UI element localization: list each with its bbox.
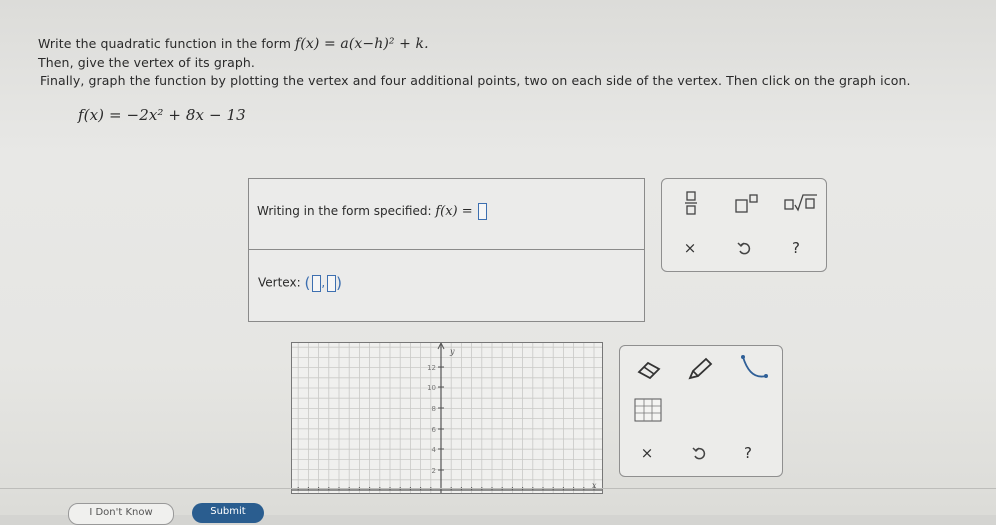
y-tick-label: 2 — [432, 467, 436, 475]
vertex-row: Vertex: (,) — [258, 274, 342, 292]
instruction-line-2: Then, give the vertex of its graph. — [38, 55, 255, 70]
vertex-close-paren: ) — [336, 274, 342, 292]
instruction-formula: f(x) = a(x−h)² + k. — [295, 36, 429, 52]
graph-help-icon[interactable]: ? — [740, 444, 756, 462]
page: Write the quadratic function in the form… — [0, 0, 996, 525]
sqrt-icon[interactable] — [784, 193, 818, 213]
footer-divider — [0, 488, 996, 489]
vertex-comma: , — [321, 275, 326, 290]
answer-divider — [249, 249, 644, 250]
eraser-icon[interactable] — [636, 360, 662, 380]
graph-table-icon[interactable] — [634, 398, 662, 422]
vertex-h-input[interactable] — [312, 274, 322, 292]
clear-icon[interactable]: × — [682, 239, 698, 257]
graph-area[interactable]: y x 12 10 8 6 4 2 — [291, 342, 603, 494]
y-tick-label: 8 — [432, 405, 436, 413]
pencil-icon[interactable] — [686, 357, 714, 381]
y-tick-label: 6 — [432, 426, 437, 434]
undo-icon[interactable] — [737, 241, 751, 257]
dont-know-button[interactable]: I Don't Know — [68, 503, 174, 525]
help-icon[interactable]: ? — [788, 239, 804, 257]
form-field-expr: f(x) = — [435, 204, 473, 219]
math-toolbar: × ? — [661, 178, 827, 272]
y-tick-label: 4 — [432, 446, 437, 454]
submit-button[interactable]: Submit — [192, 503, 264, 523]
graph-clear-icon[interactable]: × — [639, 444, 655, 462]
instruction-line-1-text: Write the quadratic function in the form — [38, 36, 291, 51]
vertex-label: Vertex: — [258, 275, 301, 290]
graph-grid: yx12108642 — [292, 343, 602, 493]
y-tick-label: 10 — [427, 384, 436, 392]
instruction-line-3: Finally, graph the function by plotting … — [40, 73, 911, 88]
y-tick-label: 12 — [427, 364, 436, 372]
form-field-label: Writing in the form specified: — [257, 204, 432, 218]
vertex-open-paren: ( — [304, 274, 311, 292]
superscript-icon[interactable] — [734, 193, 760, 215]
given-function: f(x) = −2x² + 8x − 13 — [78, 106, 246, 124]
vertex-k-input[interactable] — [327, 274, 337, 292]
fraction-icon[interactable] — [684, 191, 698, 215]
answer-box — [248, 178, 645, 322]
parabola-icon[interactable] — [740, 354, 770, 384]
graph-toolbar: × ? — [619, 345, 783, 477]
y-axis-label: y — [449, 347, 455, 356]
instruction-line-1: Write the quadratic function in the form… — [38, 36, 429, 52]
graph-undo-icon[interactable] — [692, 446, 706, 462]
form-field-row: Writing in the form specified: f(x) = — [257, 203, 488, 220]
form-answer-input[interactable] — [478, 203, 488, 220]
